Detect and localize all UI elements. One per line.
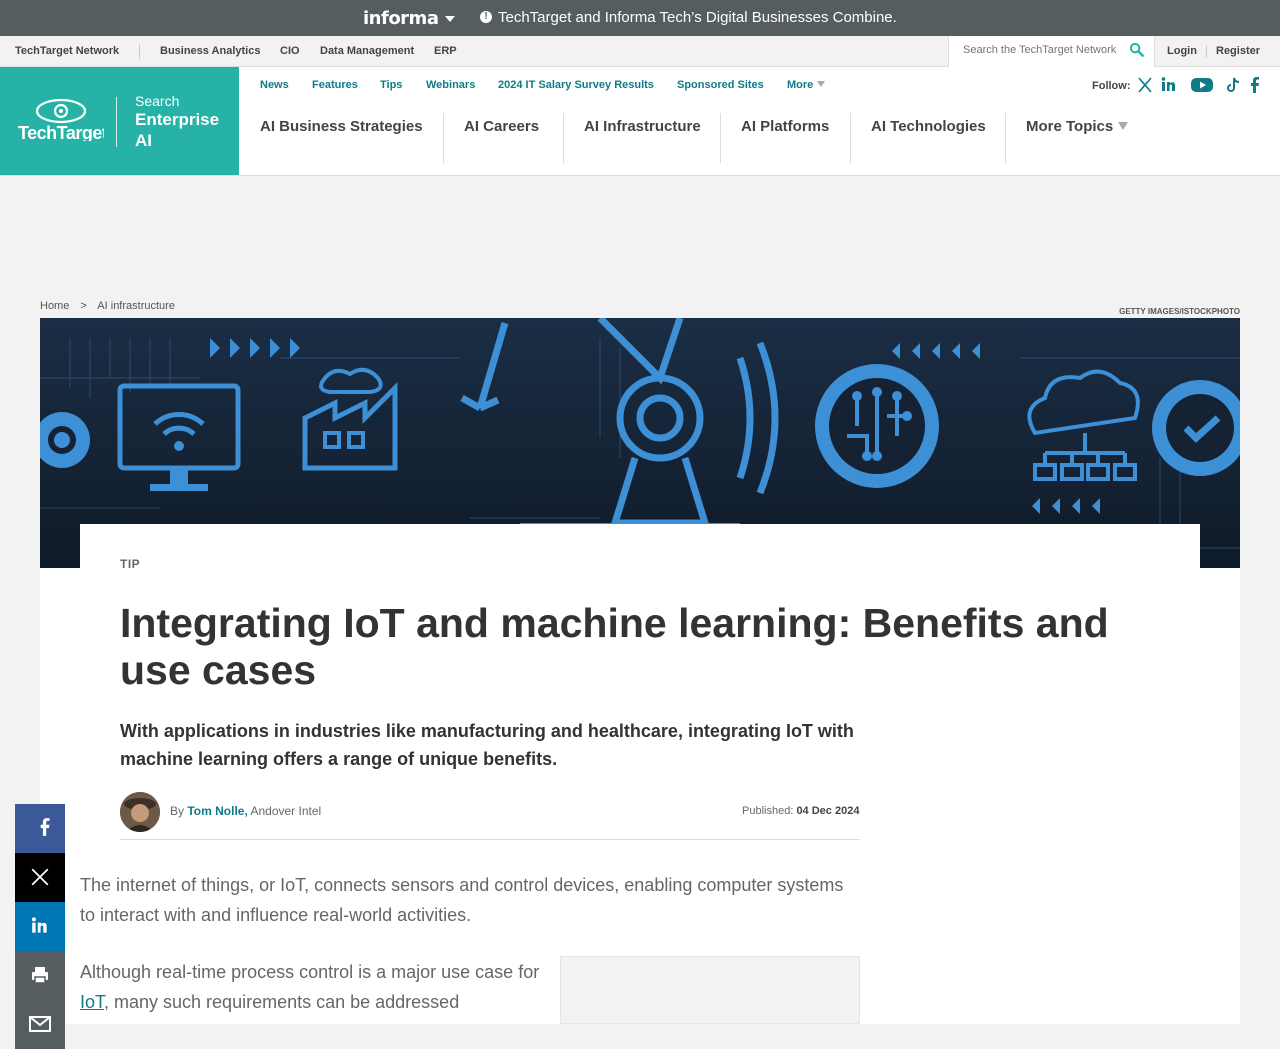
- divider: [116, 97, 117, 147]
- tiktok-icon[interactable]: [1224, 76, 1242, 94]
- paragraph-2-text-start: Although real-time process control is a …: [80, 962, 540, 982]
- published-value: 04 Dec 2024: [796, 805, 860, 817]
- article-paragraph-2: Although real-time process control is a …: [80, 957, 540, 1017]
- x-icon: [31, 868, 49, 886]
- article-title: Integrating IoT and machine learning: Be…: [120, 600, 1109, 693]
- article-header-card: [80, 524, 1200, 584]
- iot-link[interactable]: IoT: [80, 992, 104, 1012]
- subnav-features[interactable]: Features: [312, 79, 358, 91]
- share-linkedin-button[interactable]: [15, 902, 65, 951]
- article-deck: With applications in industries like man…: [120, 721, 854, 769]
- search-input[interactable]: [963, 44, 1123, 56]
- x-icon[interactable]: [1136, 76, 1154, 94]
- divider: [850, 113, 851, 163]
- breadcrumb: Home > AI infrastructure: [40, 300, 183, 312]
- email-button[interactable]: [15, 1000, 65, 1049]
- site-header: TechTarget Search Enterprise AI News Fea…: [0, 67, 1280, 176]
- more-topics-label: More Topics: [1026, 118, 1114, 135]
- author-affiliation: Andover Intel: [250, 804, 322, 818]
- informa-message[interactable]: TechTarget and Informa Tech’s Digital Bu…: [498, 9, 897, 26]
- paragraph-2-text-end: , many such requirements can be addresse…: [104, 992, 460, 1012]
- subnav-news[interactable]: News: [260, 79, 289, 91]
- subnav-webinars[interactable]: Webinars: [426, 79, 475, 91]
- chevron-down-icon: [1118, 122, 1129, 130]
- byline: By Tom Nolle, Andover Intel: [170, 804, 321, 818]
- author-photo: [120, 792, 160, 832]
- share-facebook-button[interactable]: [15, 804, 65, 853]
- breadcrumb-separator: >: [80, 300, 87, 312]
- author-avatar[interactable]: [120, 792, 160, 832]
- byline-by: By: [170, 804, 185, 818]
- chevron-down-icon: [817, 81, 826, 87]
- info-icon: !: [480, 11, 492, 23]
- network-search: [948, 36, 1155, 67]
- article-paragraph-1: The internet of things, or IoT, connects…: [80, 875, 844, 925]
- linkedin-icon: [31, 917, 47, 933]
- divider: [1206, 45, 1207, 58]
- brand-block[interactable]: TechTarget Search Enterprise AI: [0, 67, 239, 175]
- divider: [139, 44, 140, 59]
- divider: [120, 839, 860, 840]
- divider: [563, 113, 564, 163]
- topic-ai-business-strategies[interactable]: AI Business Strategies: [260, 118, 423, 135]
- print-icon: [32, 967, 48, 984]
- published-label: Published:: [742, 805, 794, 817]
- published-date: Published: 04 Dec 2024: [742, 805, 859, 817]
- techtarget-logo-icon: TechTarget: [18, 98, 104, 141]
- techtarget-network-link[interactable]: TechTarget Network: [15, 45, 119, 57]
- ad-placeholder: [560, 956, 860, 1024]
- breadcrumb-ai-infrastructure[interactable]: AI infrastructure: [97, 300, 175, 312]
- brand-search-label: Search: [135, 93, 180, 109]
- network-bar: TechTarget Network Business Analytics CI…: [0, 36, 1280, 67]
- search-icon[interactable]: [1129, 42, 1144, 57]
- subnav-more-label: More: [787, 79, 814, 91]
- breadcrumb-home[interactable]: Home: [40, 300, 69, 312]
- site-name: Enterprise AI: [135, 110, 220, 150]
- print-button[interactable]: [15, 951, 65, 1000]
- divider: [720, 113, 721, 163]
- register-link[interactable]: Register: [1216, 45, 1260, 57]
- linkedin-icon[interactable]: [1160, 76, 1178, 94]
- informa-banner: informa ! TechTarget and Informa Tech’s …: [0, 0, 1280, 36]
- image-credit: GETTY IMAGES/ISTOCKPHOTO: [1119, 307, 1240, 316]
- logo-wordmark: TechTarget: [18, 123, 104, 141]
- subnav-salary-survey[interactable]: 2024 IT Salary Survey Results: [498, 79, 654, 91]
- subnav-sponsored-sites[interactable]: Sponsored Sites: [677, 79, 764, 91]
- topic-ai-infrastructure[interactable]: AI Infrastructure: [584, 118, 701, 135]
- network-link-business-analytics[interactable]: Business Analytics: [160, 45, 260, 57]
- login-link[interactable]: Login: [1167, 45, 1197, 57]
- divider: [1005, 113, 1006, 163]
- subnav-tips[interactable]: Tips: [380, 79, 402, 91]
- divider: [443, 113, 444, 163]
- share-x-button[interactable]: [15, 853, 65, 902]
- author-link[interactable]: Tom Nolle,: [187, 804, 247, 818]
- chevron-down-icon[interactable]: [445, 16, 455, 22]
- network-link-erp[interactable]: ERP: [434, 45, 457, 57]
- topic-ai-platforms[interactable]: AI Platforms: [741, 118, 829, 135]
- topic-ai-technologies[interactable]: AI Technologies: [871, 118, 986, 135]
- network-link-cio[interactable]: CIO: [280, 45, 300, 57]
- follow-label: Follow:: [1092, 80, 1131, 92]
- topic-more-topics[interactable]: More Topics: [1026, 118, 1129, 135]
- topic-ai-careers[interactable]: AI Careers: [464, 118, 539, 135]
- network-link-data-management[interactable]: Data Management: [320, 45, 414, 57]
- facebook-icon[interactable]: [1248, 76, 1260, 94]
- article-kicker: TIP: [120, 557, 141, 571]
- facebook-icon: [40, 818, 50, 836]
- email-icon: [29, 1016, 51, 1032]
- informa-logo[interactable]: informa: [363, 8, 439, 29]
- subnav-more[interactable]: More: [787, 79, 826, 91]
- youtube-icon[interactable]: [1190, 76, 1214, 94]
